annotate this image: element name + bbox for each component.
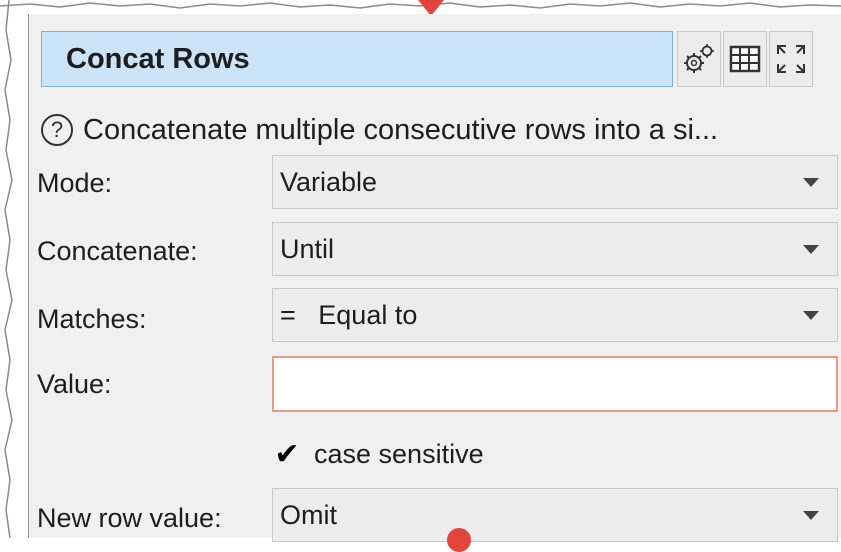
value-input[interactable]: [272, 356, 838, 412]
chevron-down-icon: [803, 311, 819, 320]
matches-value: = Equal to: [280, 299, 418, 330]
new-row-value-label: New row value:: [37, 503, 222, 533]
case-sensitive-row[interactable]: ✔ case sensitive: [272, 434, 484, 474]
concatenate-label: Concatenate:: [37, 236, 198, 266]
gears-icon: [684, 44, 714, 73]
expand-icon: [777, 45, 805, 73]
new-row-value-value: Omit: [280, 499, 337, 530]
new-row-value-dropdown[interactable]: Omit: [272, 488, 838, 542]
matches-label: Matches:: [37, 304, 147, 334]
chevron-down-icon: [803, 511, 819, 520]
mode-dropdown[interactable]: Variable: [272, 155, 838, 209]
concat-rows-panel: Concat Rows ? Concatenate multiple conse…: [28, 14, 841, 542]
help-icon[interactable]: ?: [41, 114, 73, 146]
chevron-down-icon: [803, 245, 819, 254]
concatenate-dropdown[interactable]: Until: [272, 222, 838, 276]
concatenate-value: Until: [280, 233, 335, 264]
torn-edge-left: [4, 0, 13, 538]
help-row: ? Concatenate multiple consecutive rows …: [41, 110, 841, 150]
panel-title: Concat Rows: [66, 42, 250, 75]
pointer-dot-bottom: [447, 528, 471, 552]
mode-value: Variable: [280, 166, 378, 197]
table-icon: [729, 45, 761, 73]
expand-button[interactable]: [769, 31, 813, 87]
value-label: Value:: [37, 369, 112, 399]
case-sensitive-label: case sensitive: [314, 438, 484, 469]
case-sensitive-checkbox[interactable]: ✔: [272, 438, 302, 471]
matches-dropdown[interactable]: = Equal to: [272, 288, 838, 342]
mode-label: Mode:: [37, 168, 113, 198]
help-text: Concatenate multiple consecutive rows in…: [83, 113, 719, 146]
options-button[interactable]: [677, 31, 721, 87]
chevron-down-icon: [803, 178, 819, 187]
table-view-button[interactable]: [723, 31, 767, 87]
panel-title-box[interactable]: Concat Rows: [41, 31, 673, 87]
